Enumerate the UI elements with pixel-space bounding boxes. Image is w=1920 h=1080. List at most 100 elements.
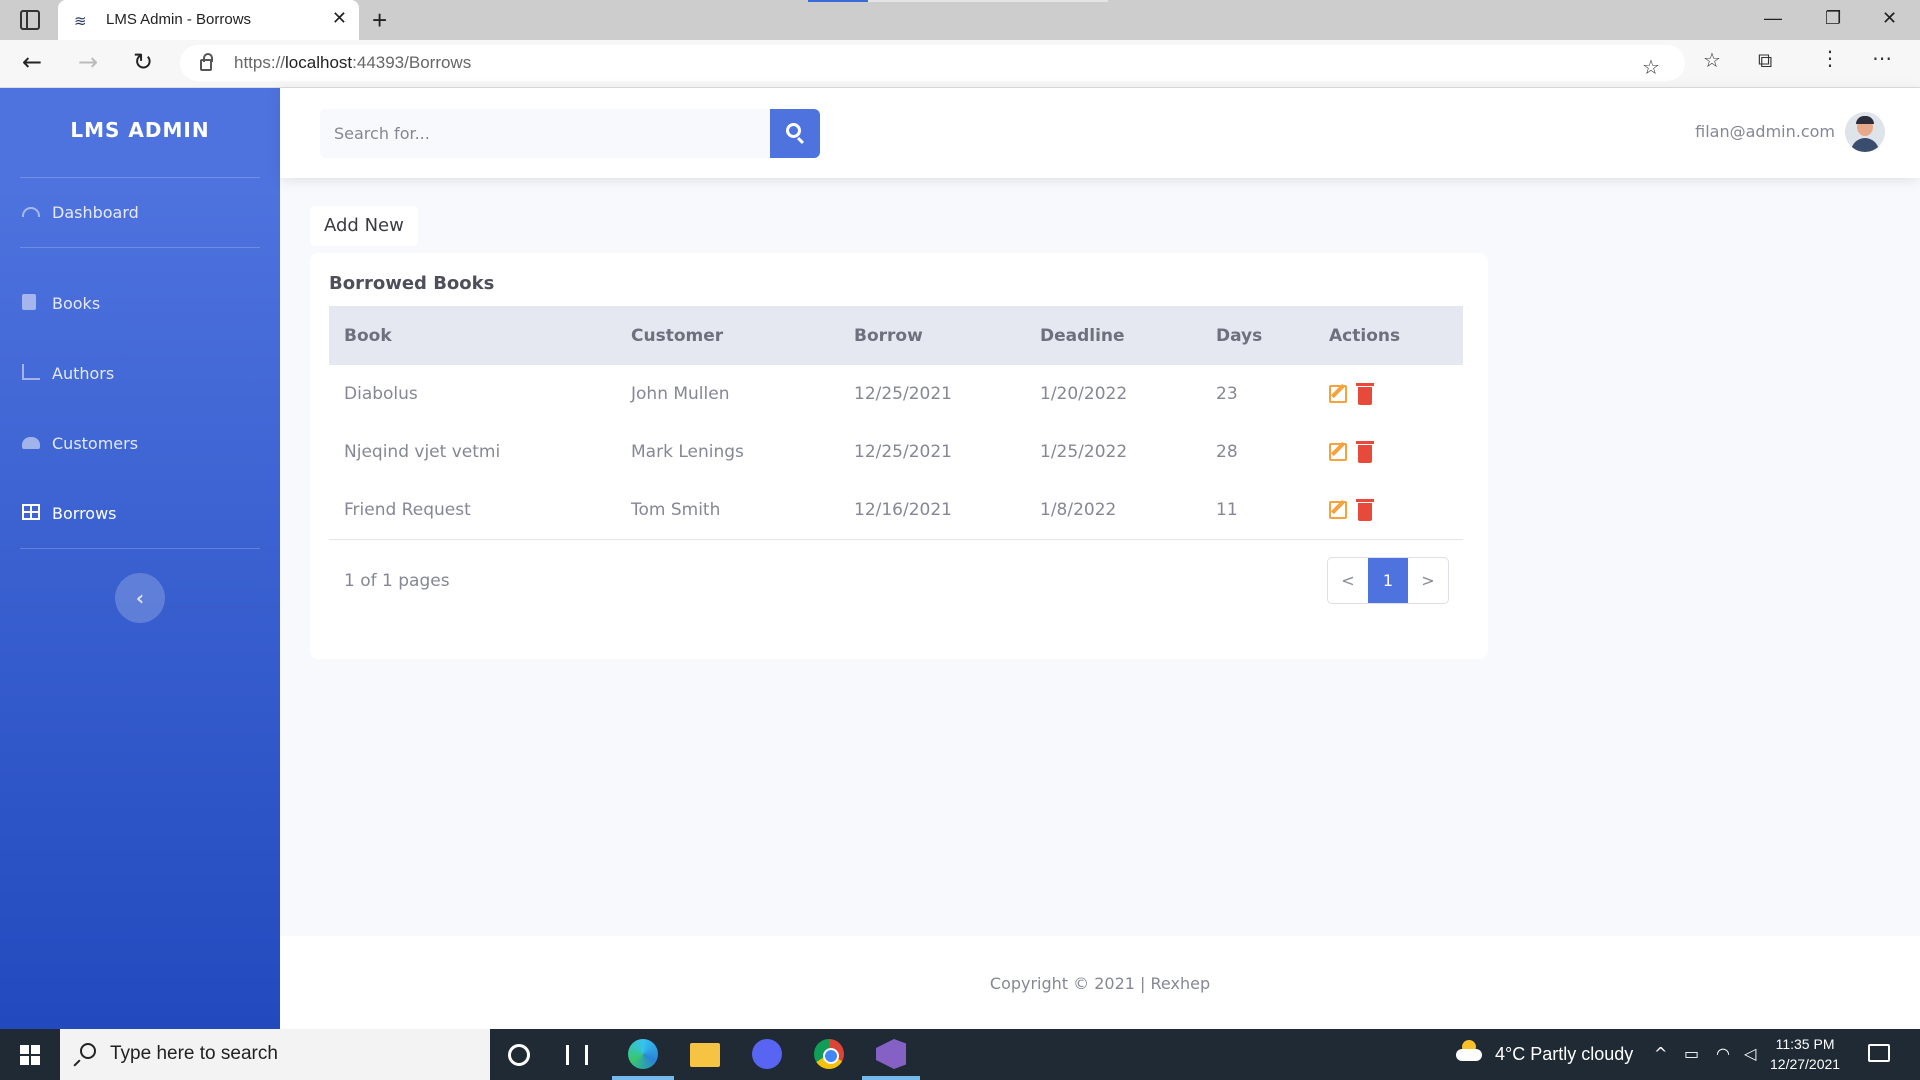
topbar: filan@admin.com xyxy=(280,88,1920,178)
area-chart-icon xyxy=(22,364,40,380)
cell-actions xyxy=(1314,481,1463,540)
borrows-table: Book Customer Borrow Deadline Days Actio… xyxy=(329,306,1463,540)
user-email[interactable]: filan@admin.com xyxy=(1695,122,1835,141)
cell-borrow: 12/16/2021 xyxy=(839,481,1025,540)
battery-icon[interactable]: ▭ xyxy=(1684,1044,1699,1063)
table-row: Friend Request Tom Smith 12/16/2021 1/8/… xyxy=(329,481,1463,540)
sidebar-brand[interactable]: LMS ADMIN xyxy=(0,118,280,142)
layers-icon: ≋ xyxy=(74,12,87,30)
new-tab-icon[interactable]: + xyxy=(372,5,387,36)
sidebar: LMS ADMIN Dashboard Books Authors Custom… xyxy=(0,88,280,1029)
pagination-summary: 1 of 1 pages xyxy=(344,571,450,591)
pagination: < 1 > xyxy=(1327,557,1449,604)
favorites-icon[interactable]: ☆ xyxy=(1703,48,1721,72)
column-header-deadline[interactable]: Deadline xyxy=(1025,306,1201,365)
close-window-icon[interactable]: ✕ xyxy=(1882,8,1897,29)
sidebar-item-dashboard[interactable]: Dashboard xyxy=(20,200,260,230)
search-button[interactable] xyxy=(770,109,820,158)
trash-icon[interactable] xyxy=(1356,498,1375,521)
sidebar-divider xyxy=(20,548,260,549)
chevron-up-icon[interactable]: ^ xyxy=(1654,1044,1667,1063)
cell-borrow: 12/25/2021 xyxy=(854,384,952,404)
restore-icon[interactable]: ❐ xyxy=(1825,8,1841,29)
partly-cloudy-icon[interactable] xyxy=(1456,1040,1484,1062)
cell-customer: Mark Lenings xyxy=(631,442,744,462)
copyright-text: Copyright © 2021 | Rexhep xyxy=(989,974,1211,993)
tab-title: LMS Admin - Borrows xyxy=(106,11,252,28)
back-arrow-icon[interactable]: ← xyxy=(22,48,42,76)
cell-deadline: 1/8/2022 xyxy=(1025,481,1201,540)
column-header-borrow[interactable]: Borrow xyxy=(839,306,1025,365)
column-header-days[interactable]: Days xyxy=(1201,306,1314,365)
browser-tab[interactable]: ≋ LMS Admin - Borrows ✕ xyxy=(58,0,359,40)
footer: Copyright © 2021 | Rexhep xyxy=(280,936,1920,1029)
sidebar-toggle-button[interactable]: ‹ xyxy=(115,573,165,623)
cell-deadline: 1/25/2022 xyxy=(1040,442,1128,462)
pagination-prev-button[interactable]: < xyxy=(1328,558,1368,603)
wifi-icon[interactable]: ◠ xyxy=(1716,1044,1730,1063)
search-input[interactable] xyxy=(320,109,770,158)
sidebar-divider xyxy=(20,177,260,178)
cell-actions xyxy=(1314,423,1463,481)
sidebar-item-books[interactable]: Books xyxy=(20,291,260,321)
sidebar-item-label: Authors xyxy=(52,364,115,383)
taskbar-search-field[interactable]: Type here to search xyxy=(60,1029,490,1080)
card-title: Borrowed Books xyxy=(329,273,495,294)
sidebar-item-customers[interactable]: Customers xyxy=(20,431,260,461)
discord-icon[interactable] xyxy=(752,1039,782,1069)
edge-browser-icon[interactable] xyxy=(628,1039,658,1069)
add-favorite-icon[interactable]: ☆ xyxy=(1642,55,1660,79)
clock-time: 11:35 PM xyxy=(1775,1036,1835,1052)
more-options-icon[interactable]: ⋯ xyxy=(1872,46,1892,70)
trash-icon[interactable] xyxy=(1356,383,1375,405)
volume-icon[interactable]: ◁ xyxy=(1744,1044,1756,1063)
weather-text[interactable]: 4°C Partly cloudy xyxy=(1495,1044,1633,1065)
notification-icon[interactable] xyxy=(1868,1044,1890,1062)
cell-customer: John Mullen xyxy=(631,384,730,404)
tab-actions-icon[interactable] xyxy=(20,10,40,30)
pagination-page-button[interactable]: 1 xyxy=(1368,558,1408,603)
extension-menu-icon[interactable]: ⋮ xyxy=(1820,46,1840,70)
trash-icon[interactable] xyxy=(1356,441,1375,463)
sidebar-item-label: Borrows xyxy=(52,504,117,523)
minimize-icon[interactable]: — xyxy=(1764,8,1782,29)
cell-book: Njeqind vjet vetmi xyxy=(344,442,501,462)
cell-days: 11 xyxy=(1201,481,1314,540)
sidebar-divider xyxy=(20,247,260,248)
cell-days: 23 xyxy=(1216,384,1238,404)
lock-icon[interactable] xyxy=(200,53,213,71)
sidebar-item-borrows[interactable]: Borrows xyxy=(20,501,260,531)
sidebar-item-label: Customers xyxy=(52,434,139,453)
search-icon xyxy=(786,123,801,138)
task-view-icon[interactable] xyxy=(566,1045,588,1065)
sidebar-item-label: Books xyxy=(52,294,101,313)
column-header-actions: Actions xyxy=(1329,325,1401,346)
pagination-next-button[interactable]: > xyxy=(1408,558,1448,603)
column-header-book[interactable]: Book xyxy=(329,306,616,365)
edit-icon[interactable] xyxy=(1329,443,1347,461)
cell-deadline: 1/20/2022 xyxy=(1040,384,1128,404)
add-new-button[interactable]: Add New xyxy=(310,206,418,246)
edit-icon[interactable] xyxy=(1329,385,1347,403)
cell-book: Diabolus xyxy=(344,384,418,404)
forward-arrow-icon[interactable]: → xyxy=(78,48,98,76)
visual-studio-icon[interactable] xyxy=(876,1039,906,1069)
chrome-icon[interactable] xyxy=(814,1039,844,1069)
sidebar-item-authors[interactable]: Authors xyxy=(20,361,260,391)
close-tab-icon[interactable]: ✕ xyxy=(332,8,347,29)
refresh-icon[interactable]: ↻ xyxy=(133,48,153,76)
column-header-customer[interactable]: Customer xyxy=(616,306,839,365)
users-icon xyxy=(22,437,40,449)
windows-start-icon[interactable] xyxy=(20,1045,40,1065)
edit-icon[interactable] xyxy=(1329,500,1347,519)
collections-icon[interactable]: ⧉ xyxy=(1758,48,1772,72)
avatar[interactable] xyxy=(1845,112,1885,152)
tachometer-icon xyxy=(22,207,40,217)
cell-borrow: 12/25/2021 xyxy=(854,442,952,462)
file-explorer-icon[interactable] xyxy=(690,1043,720,1067)
cortana-icon[interactable] xyxy=(508,1044,530,1066)
system-clock[interactable]: 11:35 PM 12/27/2021 xyxy=(1770,1034,1840,1074)
url-field[interactable]: https://localhost:44393/Borrows ☆ xyxy=(180,45,1685,81)
cell-days: 28 xyxy=(1216,442,1238,462)
address-toolbar: ← → ↻ https://localhost:44393/Borrows ☆ … xyxy=(0,40,1920,88)
